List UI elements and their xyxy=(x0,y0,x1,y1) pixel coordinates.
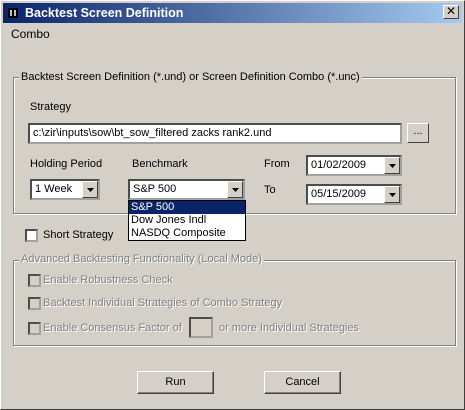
run-button[interactable]: Run xyxy=(137,371,214,394)
benchmark-select[interactable]: S&P 500 xyxy=(128,179,245,200)
strategy-input[interactable]: c:\zir\inputs\sow\bt_sow_filtered zacks … xyxy=(28,123,402,144)
app-icon xyxy=(8,8,18,18)
robustness-label: Enable Robustness Check xyxy=(43,274,173,286)
holding-period-select[interactable]: 1 Week xyxy=(30,179,100,200)
consensus-label: Enable Consensus Factor of xyxy=(43,322,182,334)
chevron-down-icon xyxy=(389,193,396,197)
from-date-dropdown-button[interactable] xyxy=(384,157,400,174)
holding-period-dropdown-button[interactable] xyxy=(82,181,98,198)
close-button[interactable]: ✕ xyxy=(443,5,459,19)
title-bar: Backtest Screen Definition ✕ xyxy=(3,3,462,23)
consensus-count-input[interactable] xyxy=(189,317,213,338)
benchmark-option[interactable]: Dow Jones Indl xyxy=(129,214,245,227)
advanced-group-title: Advanced Backtesting Functionality (Loca… xyxy=(19,253,264,265)
benchmark-dropdown-list: S&P 500 Dow Jones Indl NASDQ Composite xyxy=(128,200,246,241)
benchmark-dropdown-button[interactable] xyxy=(227,181,243,198)
benchmark-label: Benchmark xyxy=(132,158,188,170)
from-date-select[interactable]: 01/02/2009 xyxy=(306,155,402,176)
from-date-value: 01/02/2009 xyxy=(311,159,367,171)
benchmark-value: S&P 500 xyxy=(133,183,177,195)
window-title: Backtest Screen Definition xyxy=(25,6,184,20)
short-strategy-checkbox[interactable] xyxy=(25,229,38,242)
consensus-suffix-label: or more Individual Strategies xyxy=(219,322,360,334)
to-date-select[interactable]: 05/15/2009 xyxy=(306,184,402,205)
individual-strategies-label: Backtest Individual Strategies of Combo … xyxy=(43,297,283,309)
consensus-checkbox[interactable] xyxy=(28,322,41,335)
individual-strategies-checkbox[interactable] xyxy=(28,297,41,310)
definition-group-title: Backtest Screen Definition (*.und) or Sc… xyxy=(19,71,362,83)
short-strategy-label: Short Strategy xyxy=(43,229,114,241)
cancel-button[interactable]: Cancel xyxy=(264,371,341,394)
backtest-dialog: Backtest Screen Definition ✕ Combo Backt… xyxy=(0,0,465,410)
benchmark-option[interactable]: S&P 500 xyxy=(129,201,245,214)
benchmark-option[interactable]: NASDQ Composite xyxy=(129,227,245,240)
combo-label: Combo xyxy=(11,27,50,41)
chevron-down-icon xyxy=(389,164,396,168)
chevron-down-icon xyxy=(232,188,239,192)
browse-button[interactable]: ... xyxy=(407,123,429,143)
holding-period-label: Holding Period xyxy=(30,158,103,170)
holding-period-value: 1 Week xyxy=(35,183,73,195)
strategy-label: Strategy xyxy=(30,101,71,113)
close-icon: ✕ xyxy=(445,4,457,18)
to-label: To xyxy=(264,184,276,196)
from-label: From xyxy=(264,158,290,170)
to-date-value: 05/15/2009 xyxy=(311,188,367,200)
robustness-checkbox[interactable] xyxy=(28,274,41,287)
to-date-dropdown-button[interactable] xyxy=(384,186,400,203)
chevron-down-icon xyxy=(87,188,94,192)
